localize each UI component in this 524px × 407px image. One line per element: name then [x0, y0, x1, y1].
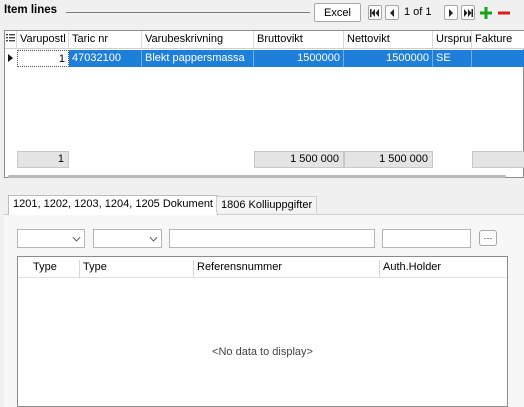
documents-grid[interactable]: Type Type Referensnummer Auth.Holder <No… — [17, 256, 508, 407]
column-header-varupost[interactable]: Varupostl — [17, 31, 69, 49]
summary-nettovikt: 1 500 000 — [344, 151, 433, 168]
document-type-dropdown[interactable] — [17, 229, 85, 248]
column-header-nettovikt[interactable]: Nettovikt — [344, 31, 433, 49]
column-header-taric[interactable]: Taric nr — [69, 31, 142, 49]
chevron-down-icon — [72, 233, 81, 242]
cell-taric[interactable]: 47032100 — [69, 50, 142, 67]
tab-kolliuppgifter[interactable]: 1806 Kolliuppgifter — [216, 196, 318, 213]
cell-faktura[interactable] — [472, 50, 524, 67]
column-header-auth-holder[interactable]: Auth.Holder — [380, 260, 508, 277]
browse-ellipsis-button[interactable]: ··· — [479, 230, 497, 246]
column-header-type-1[interactable]: Type — [30, 260, 80, 277]
cell-bruttovikt[interactable]: 1500000 — [254, 50, 344, 67]
column-header-bruttovikt[interactable]: Bruttovikt — [254, 31, 344, 49]
add-row-button[interactable] — [479, 5, 493, 20]
column-header-faktura[interactable]: Fakture — [472, 31, 524, 49]
next-page-button[interactable] — [444, 5, 458, 20]
grid-column-chooser-icon[interactable] — [5, 31, 17, 49]
first-page-icon — [370, 8, 379, 17]
last-page-button[interactable] — [461, 5, 475, 20]
document-subtype-dropdown[interactable] — [93, 229, 162, 248]
tab-dokument[interactable]: 1201, 1202, 1203, 1204, 1205 Dokument — [8, 195, 218, 215]
header-divider — [18, 277, 507, 278]
section-title: Item lines — [4, 4, 58, 16]
empty-state-text: <No data to display> — [212, 346, 313, 358]
column-header-varubeskrivning[interactable]: Varubeskrivning — [142, 31, 254, 49]
previous-page-button[interactable] — [385, 5, 399, 20]
excel-export-button[interactable]: Excel — [314, 3, 361, 22]
minus-icon — [498, 11, 510, 14]
chevron-down-icon — [149, 233, 158, 242]
next-page-icon — [449, 8, 453, 17]
previous-page-icon — [390, 8, 394, 17]
remove-row-button[interactable] — [497, 5, 511, 20]
pager-status: 1 of 1 — [404, 6, 432, 18]
current-row-arrow-icon — [8, 54, 13, 62]
column-header-referensnummer[interactable]: Referensnummer — [194, 260, 380, 277]
first-page-button[interactable] — [368, 5, 382, 20]
last-page-icon — [464, 8, 473, 17]
plus-icon — [480, 6, 492, 19]
auth-holder-input[interactable] — [382, 229, 471, 248]
cell-ursprung[interactable]: SE — [433, 50, 472, 67]
item-lines-grid[interactable]: Varupostl Taric nr Varubeskrivning Brutt… — [4, 30, 524, 178]
cell-varupost[interactable]: 1 — [17, 50, 69, 67]
title-divider — [66, 12, 310, 13]
column-header-ursprung[interactable]: Ursprur — [433, 31, 472, 49]
grid-horizontal-scrollbar[interactable] — [8, 175, 506, 178]
cell-nettovikt[interactable]: 1500000 — [344, 50, 433, 67]
summary-faktura — [472, 151, 524, 168]
row-indicator — [5, 50, 17, 67]
summary-count: 1 — [17, 151, 69, 168]
referensnummer-input[interactable] — [169, 229, 375, 248]
cell-varubeskrivning[interactable]: Blekt pappersmassa — [142, 50, 254, 67]
column-header-type-2[interactable]: Type — [80, 260, 194, 277]
summary-bruttovikt: 1 500 000 — [254, 151, 344, 168]
